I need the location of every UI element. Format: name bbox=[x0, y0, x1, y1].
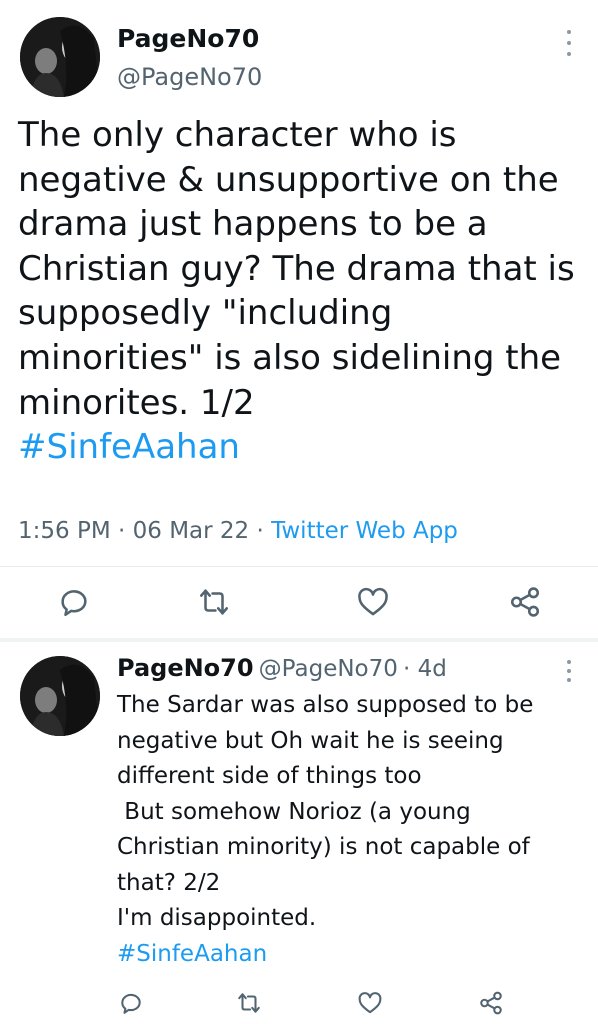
avatar-image bbox=[20, 17, 100, 97]
tweet-text-line: negative & unsupportive on the bbox=[18, 159, 559, 200]
reply-retweet-icon[interactable] bbox=[236, 990, 262, 1016]
tweet-meta: 1:56 PM · 06 Mar 22 · Twitter Web App bbox=[18, 514, 458, 548]
reply-time[interactable]: · 4d bbox=[403, 656, 447, 682]
tweet-text-line: minorites. 1/2 bbox=[18, 382, 255, 423]
tweet-text-line: The only character who is bbox=[18, 115, 457, 155]
reply-text-line: The Sardar was also supposed to be bbox=[117, 692, 534, 718]
reply-heart-icon[interactable] bbox=[357, 990, 383, 1016]
reply-more-options-icon[interactable] bbox=[559, 660, 579, 682]
comment-icon[interactable] bbox=[57, 585, 91, 619]
reply-text-line: I'm disappointed. bbox=[117, 905, 317, 931]
reply-text: The Sardar was also supposed to be negat… bbox=[117, 688, 587, 972]
tweet-text-line: drama just happens to be a bbox=[18, 204, 488, 245]
reply-header: PageNo70 @PageNo70 · 4d bbox=[117, 653, 447, 686]
reply-user-handle[interactable]: @PageNo70 bbox=[259, 656, 398, 682]
tweet-text-line: supposedly "including bbox=[18, 293, 393, 334]
tweet-text-line: minorities" is also sidelining the bbox=[18, 337, 562, 378]
avatar-image bbox=[20, 656, 100, 736]
hashtag-link[interactable]: #SinfeAahan bbox=[18, 425, 588, 470]
retweet-icon[interactable] bbox=[197, 585, 231, 619]
reply-text-line: that? 2/2 bbox=[117, 869, 221, 896]
tweet-text-line: Christian guy? The drama that is bbox=[18, 248, 575, 289]
reply-share-icon[interactable] bbox=[478, 990, 504, 1016]
reply-hashtag-link[interactable]: #SinfeAahan bbox=[117, 937, 587, 973]
section-divider bbox=[0, 638, 598, 642]
divider bbox=[0, 566, 598, 567]
tweet-text: The only character who is negative & uns… bbox=[18, 113, 588, 470]
tweet-time[interactable]: 1:56 PM bbox=[18, 518, 111, 544]
display-name[interactable]: PageNo70 bbox=[117, 24, 259, 54]
user-handle[interactable]: @PageNo70 bbox=[117, 62, 262, 92]
tweet-date[interactable]: 06 Mar 22 bbox=[133, 518, 250, 544]
reply-avatar[interactable] bbox=[20, 656, 100, 736]
meta-separator: · bbox=[110, 518, 133, 544]
reply-display-name[interactable]: PageNo70 bbox=[117, 654, 254, 682]
heart-icon[interactable] bbox=[356, 585, 390, 619]
avatar[interactable] bbox=[20, 17, 100, 97]
tweet-source-link[interactable]: Twitter Web App bbox=[271, 518, 458, 544]
meta-separator: · bbox=[249, 518, 272, 544]
reply-comment-icon[interactable] bbox=[118, 990, 144, 1016]
reply-text-line: But somehow Norioz (a young bbox=[117, 798, 471, 825]
reply-text-line: different side of things too bbox=[117, 763, 422, 789]
reply-text-line: Christian minority) is not capable of bbox=[117, 834, 530, 860]
reply-text-line: negative but Oh wait he is seeing bbox=[117, 727, 504, 754]
more-options-icon[interactable] bbox=[559, 30, 579, 56]
share-icon[interactable] bbox=[508, 585, 542, 619]
